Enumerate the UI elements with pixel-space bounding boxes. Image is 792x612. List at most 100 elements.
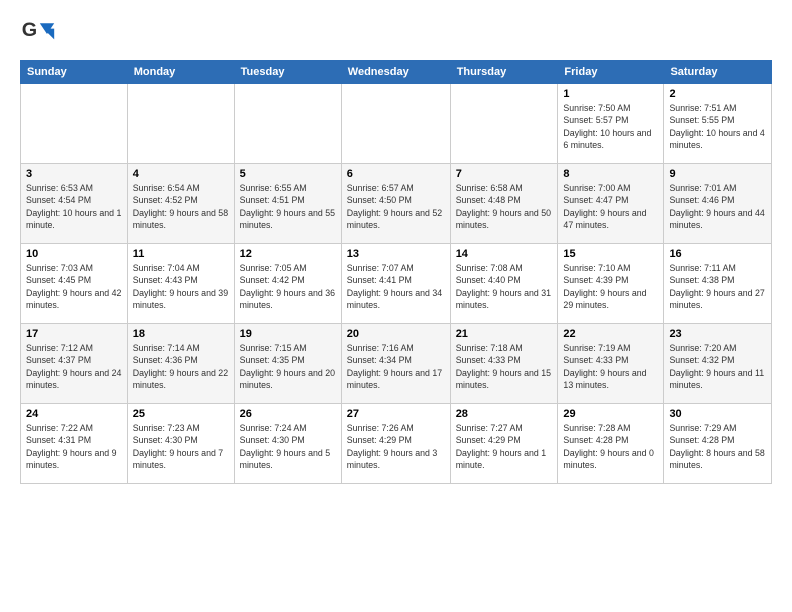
calendar-cell: 10 Sunrise: 7:03 AM Sunset: 4:45 PM Dayli… (21, 244, 128, 324)
day-number: 12 (240, 248, 336, 260)
calendar-cell: 17 Sunrise: 7:12 AM Sunset: 4:37 PM Dayli… (21, 324, 128, 404)
day-number: 4 (133, 168, 229, 180)
day-info: Sunrise: 7:16 AM Sunset: 4:34 PM Dayligh… (347, 342, 445, 391)
calendar-cell: 18 Sunrise: 7:14 AM Sunset: 4:36 PM Dayli… (127, 324, 234, 404)
calendar-cell: 28 Sunrise: 7:27 AM Sunset: 4:29 PM Dayli… (450, 404, 558, 484)
calendar-cell (341, 84, 450, 164)
svg-text:G: G (22, 19, 37, 41)
calendar-cell: 19 Sunrise: 7:15 AM Sunset: 4:35 PM Dayli… (234, 324, 341, 404)
day-number: 13 (347, 248, 445, 260)
day-number: 20 (347, 328, 445, 340)
day-number: 16 (669, 248, 766, 260)
day-number: 6 (347, 168, 445, 180)
day-info: Sunrise: 6:57 AM Sunset: 4:50 PM Dayligh… (347, 182, 445, 231)
calendar-cell: 15 Sunrise: 7:10 AM Sunset: 4:39 PM Dayli… (558, 244, 664, 324)
calendar-cell: 25Sunrise: 7:23 AM Sunset: 4:30 PM Dayli… (127, 404, 234, 484)
day-number: 19 (240, 328, 336, 340)
weekday-header-saturday: Saturday (664, 61, 772, 84)
calendar-cell: 13 Sunrise: 7:07 AM Sunset: 4:41 PM Dayli… (341, 244, 450, 324)
day-number: 14 (456, 248, 553, 260)
calendar-cell: 26Sunrise: 7:24 AM Sunset: 4:30 PM Dayli… (234, 404, 341, 484)
day-number: 1 (563, 88, 658, 100)
weekday-header-tuesday: Tuesday (234, 61, 341, 84)
day-info: Sunrise: 7:29 AM Sunset: 4:28 PM Dayligh… (669, 422, 766, 471)
day-info: Sunrise: 7:27 AM Sunset: 4:29 PM Dayligh… (456, 422, 553, 471)
calendar-cell: 11 Sunrise: 7:04 AM Sunset: 4:43 PM Dayli… (127, 244, 234, 324)
calendar-cell: 2 Sunrise: 7:51 AM Sunset: 5:55 PM Daylig… (664, 84, 772, 164)
weekday-header-friday: Friday (558, 61, 664, 84)
calendar-cell: 8 Sunrise: 7:00 AM Sunset: 4:47 PM Daylig… (558, 164, 664, 244)
weekday-header-row: SundayMondayTuesdayWednesdayThursdayFrid… (21, 61, 772, 84)
calendar: SundayMondayTuesdayWednesdayThursdayFrid… (20, 60, 772, 484)
calendar-cell: 3 Sunrise: 6:53 AM Sunset: 4:54 PM Daylig… (21, 164, 128, 244)
calendar-week-2: 3 Sunrise: 6:53 AM Sunset: 4:54 PM Daylig… (21, 164, 772, 244)
day-number: 26 (240, 408, 336, 420)
calendar-cell: 14 Sunrise: 7:08 AM Sunset: 4:40 PM Dayli… (450, 244, 558, 324)
logo-icon: G (20, 16, 56, 52)
day-number: 17 (26, 328, 122, 340)
calendar-cell: 9Sunrise: 7:01 AM Sunset: 4:46 PM Daylig… (664, 164, 772, 244)
day-number: 28 (456, 408, 553, 420)
calendar-cell (450, 84, 558, 164)
day-number: 2 (669, 88, 766, 100)
day-number: 22 (563, 328, 658, 340)
day-info: Sunrise: 7:00 AM Sunset: 4:47 PM Dayligh… (563, 182, 658, 231)
day-info: Sunrise: 6:54 AM Sunset: 4:52 PM Dayligh… (133, 182, 229, 231)
day-info: Sunrise: 7:12 AM Sunset: 4:37 PM Dayligh… (26, 342, 122, 391)
day-number: 21 (456, 328, 553, 340)
day-number: 27 (347, 408, 445, 420)
day-info: Sunrise: 7:11 AM Sunset: 4:38 PM Dayligh… (669, 262, 766, 311)
day-info: Sunrise: 7:15 AM Sunset: 4:35 PM Dayligh… (240, 342, 336, 391)
weekday-header-wednesday: Wednesday (341, 61, 450, 84)
weekday-header-sunday: Sunday (21, 61, 128, 84)
calendar-week-5: 24 Sunrise: 7:22 AM Sunset: 4:31 PM Dayli… (21, 404, 772, 484)
header: G (20, 16, 772, 52)
day-info: Sunrise: 6:55 AM Sunset: 4:51 PM Dayligh… (240, 182, 336, 231)
day-number: 10 (26, 248, 122, 260)
calendar-cell: 4 Sunrise: 6:54 AM Sunset: 4:52 PM Daylig… (127, 164, 234, 244)
day-info: Sunrise: 7:14 AM Sunset: 4:36 PM Dayligh… (133, 342, 229, 391)
day-info: Sunrise: 6:53 AM Sunset: 4:54 PM Dayligh… (26, 182, 122, 231)
day-info: Sunrise: 7:22 AM Sunset: 4:31 PM Dayligh… (26, 422, 122, 471)
day-number: 18 (133, 328, 229, 340)
day-number: 5 (240, 168, 336, 180)
calendar-cell (21, 84, 128, 164)
day-number: 15 (563, 248, 658, 260)
day-number: 11 (133, 248, 229, 260)
calendar-cell (234, 84, 341, 164)
calendar-cell: 29Sunrise: 7:28 AM Sunset: 4:28 PM Dayli… (558, 404, 664, 484)
day-number: 3 (26, 168, 122, 180)
calendar-cell: 6 Sunrise: 6:57 AM Sunset: 4:50 PM Daylig… (341, 164, 450, 244)
day-info: Sunrise: 7:51 AM Sunset: 5:55 PM Dayligh… (669, 102, 766, 151)
day-info: Sunrise: 7:23 AM Sunset: 4:30 PM Dayligh… (133, 422, 229, 471)
day-number: 9 (669, 168, 766, 180)
calendar-cell: 12 Sunrise: 7:05 AM Sunset: 4:42 PM Dayli… (234, 244, 341, 324)
day-info: Sunrise: 7:03 AM Sunset: 4:45 PM Dayligh… (26, 262, 122, 311)
calendar-week-1: 1Sunrise: 7:50 AM Sunset: 5:57 PM Daylig… (21, 84, 772, 164)
page: G SundayMondayTuesdayWednesdayThursdayFr… (0, 0, 792, 612)
day-info: Sunrise: 7:28 AM Sunset: 4:28 PM Dayligh… (563, 422, 658, 471)
day-number: 23 (669, 328, 766, 340)
day-info: Sunrise: 7:10 AM Sunset: 4:39 PM Dayligh… (563, 262, 658, 311)
calendar-cell: 30 Sunrise: 7:29 AM Sunset: 4:28 PM Dayli… (664, 404, 772, 484)
weekday-header-thursday: Thursday (450, 61, 558, 84)
day-number: 30 (669, 408, 766, 420)
day-info: Sunrise: 7:20 AM Sunset: 4:32 PM Dayligh… (669, 342, 766, 391)
calendar-cell: 21 Sunrise: 7:18 AM Sunset: 4:33 PM Dayli… (450, 324, 558, 404)
logo: G (20, 16, 60, 52)
day-number: 24 (26, 408, 122, 420)
weekday-header-monday: Monday (127, 61, 234, 84)
calendar-cell (127, 84, 234, 164)
day-info: Sunrise: 7:07 AM Sunset: 4:41 PM Dayligh… (347, 262, 445, 311)
calendar-cell: 23 Sunrise: 7:20 AM Sunset: 4:32 PM Dayli… (664, 324, 772, 404)
calendar-cell: 1Sunrise: 7:50 AM Sunset: 5:57 PM Daylig… (558, 84, 664, 164)
calendar-week-3: 10 Sunrise: 7:03 AM Sunset: 4:45 PM Dayli… (21, 244, 772, 324)
day-info: Sunrise: 7:05 AM Sunset: 4:42 PM Dayligh… (240, 262, 336, 311)
calendar-cell: 16 Sunrise: 7:11 AM Sunset: 4:38 PM Dayli… (664, 244, 772, 324)
day-info: Sunrise: 7:18 AM Sunset: 4:33 PM Dayligh… (456, 342, 553, 391)
calendar-week-4: 17 Sunrise: 7:12 AM Sunset: 4:37 PM Dayli… (21, 324, 772, 404)
day-info: Sunrise: 7:08 AM Sunset: 4:40 PM Dayligh… (456, 262, 553, 311)
calendar-cell: 27Sunrise: 7:26 AM Sunset: 4:29 PM Dayli… (341, 404, 450, 484)
day-info: Sunrise: 7:04 AM Sunset: 4:43 PM Dayligh… (133, 262, 229, 311)
day-number: 8 (563, 168, 658, 180)
